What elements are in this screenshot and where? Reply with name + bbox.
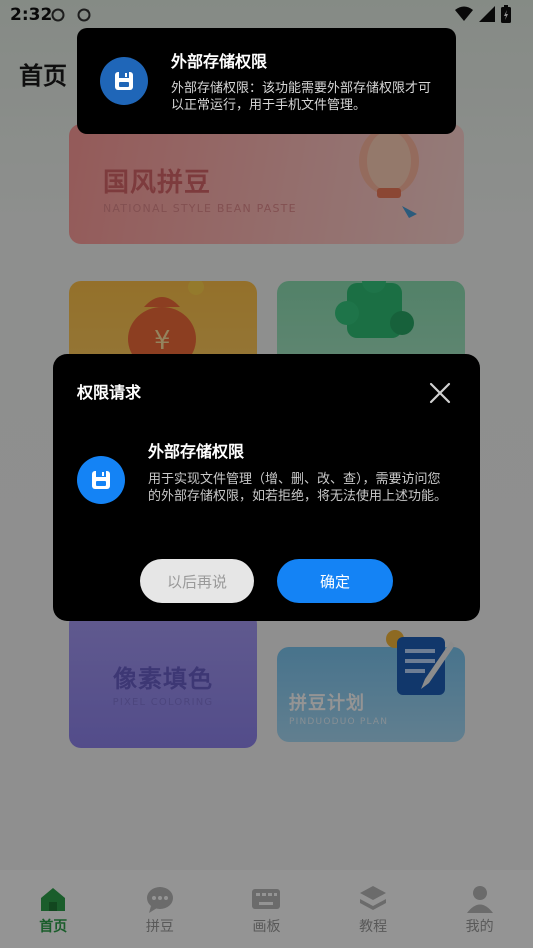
- dialog-title: 权限请求: [77, 383, 142, 402]
- storage-icon: [100, 57, 148, 105]
- permission-description: 用于实现文件管理（增、删、改、查），需要访问您的外部存储权限，如若拒绝，将无法使…: [148, 472, 448, 504]
- permission-toast: 外部存储权限 外部存储权限：该功能需要外部存储权限才可以正常运行，用于手机文件管…: [77, 28, 456, 134]
- toast-body: 外部存储权限：该功能需要外部存储权限才可以正常运行，用于手机文件管理。: [171, 81, 432, 113]
- later-button[interactable]: 以后再说: [140, 559, 254, 603]
- storage-icon-glyph: [92, 471, 110, 489]
- toast-title: 外部存储权限: [171, 52, 268, 71]
- close-icon[interactable]: [427, 380, 453, 406]
- permission-title: 外部存储权限: [148, 442, 245, 461]
- storage-icon: [77, 456, 125, 504]
- confirm-button[interactable]: 确定: [277, 559, 393, 603]
- permission-dialog: 权限请求 外部存储权限 用于实现文件管理（增、删、改、查），需要访问您的外部存储…: [53, 354, 480, 621]
- storage-icon-glyph: [115, 72, 133, 90]
